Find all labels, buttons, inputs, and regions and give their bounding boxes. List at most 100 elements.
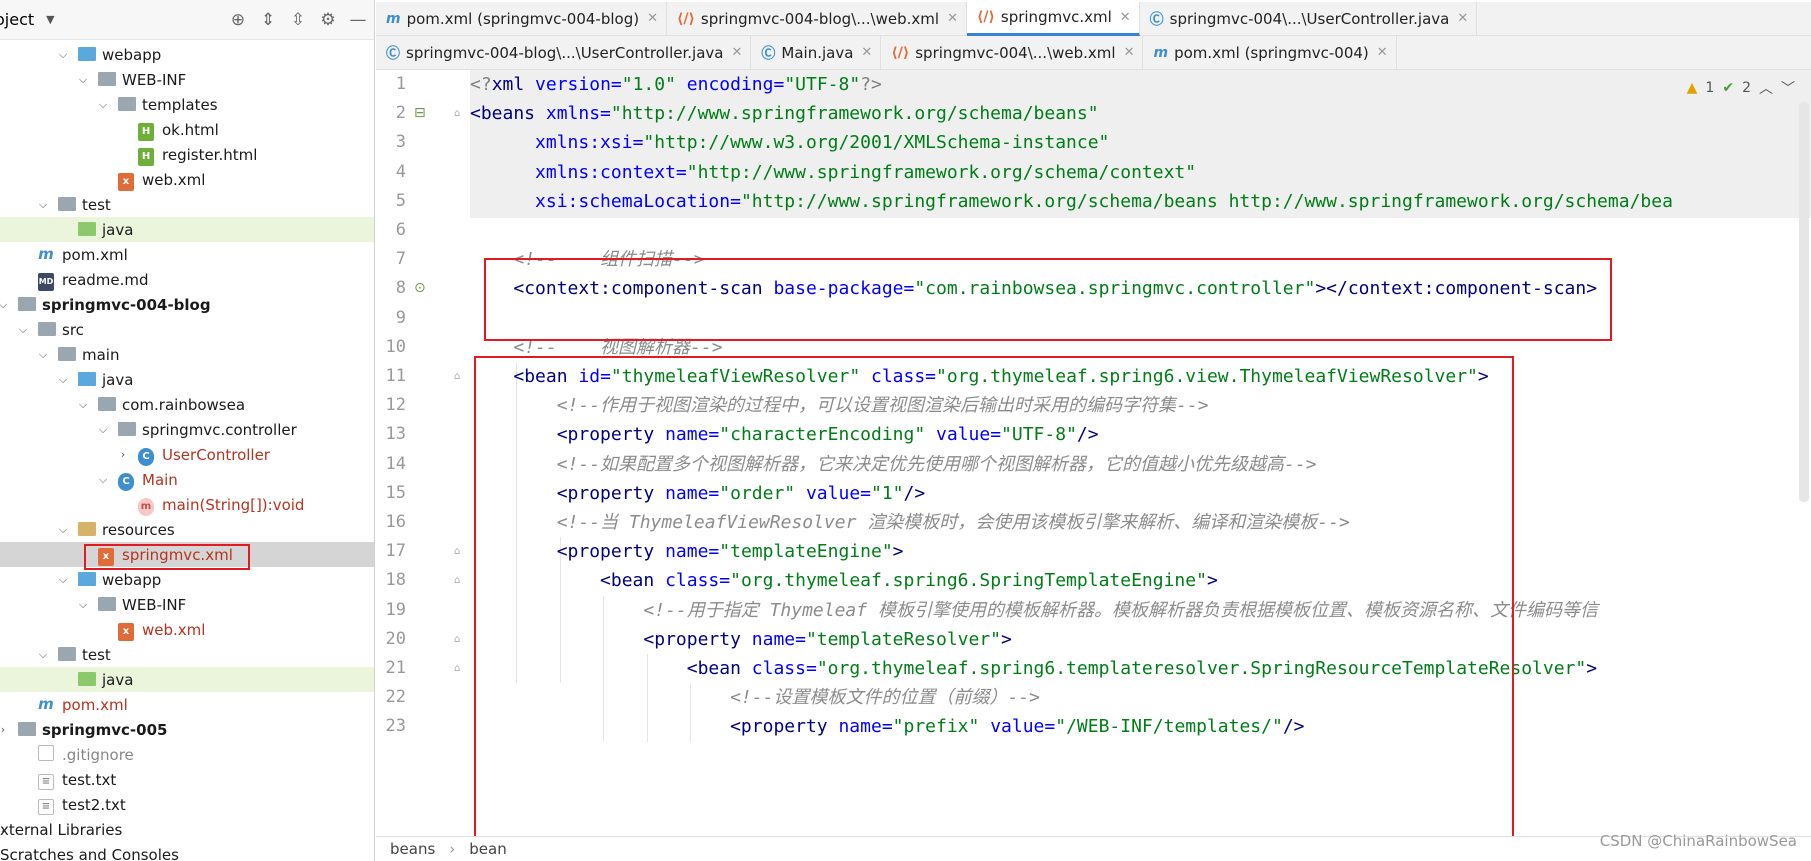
next-highlight-icon[interactable]: ﹀: [1781, 78, 1795, 98]
tree-item[interactable]: java: [0, 667, 374, 692]
fold-icon[interactable]: ⌂: [454, 546, 460, 557]
tree-item[interactable]: ≡ test2.txt: [0, 792, 374, 817]
close-icon[interactable]: ✕: [1457, 11, 1468, 26]
file-icon: [38, 745, 58, 763]
code-token: xml: [491, 74, 536, 95]
tree-item[interactable]: ⌵ springmvc-004-blog: [0, 292, 374, 317]
tree-item[interactable]: ⌵ test: [0, 192, 374, 217]
source-folder-icon: [78, 370, 98, 388]
chevron-down-icon[interactable]: ⌵: [36, 648, 50, 662]
chevron-down-icon[interactable]: ⌵: [56, 523, 70, 537]
locate-icon[interactable]: ⊕: [225, 10, 251, 30]
chevron-right-icon[interactable]: ›: [0, 723, 10, 736]
tree-item[interactable]: m pom.xml: [0, 242, 374, 267]
editor-tab[interactable]: ⟨/⟩ springmvc-004\...\web.xml ✕: [881, 35, 1144, 70]
tree-item-label: main: [82, 345, 120, 364]
chevron-down-icon[interactable]: ⌵: [16, 323, 30, 337]
chevron-down-icon[interactable]: ⌵: [56, 573, 70, 587]
breadcrumb-item-beans[interactable]: beans: [390, 840, 435, 858]
tree-item[interactable]: › springmvc-005: [0, 717, 374, 742]
project-toolbar: ⊕ ⇕ ⇳ ⚙ —: [221, 0, 371, 40]
tree-item[interactable]: Scratches and Consoles: [0, 842, 374, 861]
tree-item-label: WEB-INF: [122, 70, 187, 89]
gutter-marker-icon[interactable]: ⊙: [414, 280, 426, 296]
tree-item[interactable]: x web.xml: [0, 617, 374, 642]
editor-tab[interactable]: m pom.xml (springmvc-004) ✕: [1143, 35, 1397, 70]
tree-item[interactable]: .gitignore: [0, 742, 374, 767]
tree-item[interactable]: Hregister.html: [0, 142, 374, 167]
chevron-down-icon[interactable]: ⌵: [36, 348, 50, 362]
tree-item-label: xternal Libraries: [0, 820, 123, 839]
expand-all-icon[interactable]: ⇕: [255, 10, 281, 30]
tree-item[interactable]: ⌵ C Main: [0, 467, 374, 492]
web-folder-icon: [78, 570, 98, 588]
chevron-down-icon[interactable]: ⌵: [76, 398, 90, 412]
tree-item[interactable]: ⌵ main: [0, 342, 374, 367]
inspection-widget[interactable]: ▲ 1 ✔ 2 ︿ ﹀: [1679, 78, 1795, 98]
chevron-down-icon[interactable]: ⌵: [36, 198, 50, 212]
close-icon[interactable]: ✕: [861, 45, 872, 60]
chevron-down-icon[interactable]: ⌵: [96, 98, 110, 112]
class-icon: C: [118, 470, 138, 491]
editor-tab[interactable]: m pom.xml (springmvc-004-blog) ✕: [376, 1, 667, 36]
close-icon[interactable]: ✕: [947, 11, 958, 26]
chevron-right-icon[interactable]: ›: [116, 448, 130, 461]
editor-tab[interactable]: Ⓒspringmvc-004\...\UserController.java ✕: [1140, 1, 1478, 36]
tree-item[interactable]: ⌵ webapp: [0, 567, 374, 592]
tree-item[interactable]: › C UserController: [0, 442, 374, 467]
editor-tab[interactable]: Ⓒspringmvc-004-blog\...\UserController.j…: [376, 35, 752, 70]
collapse-all-icon[interactable]: ⇳: [285, 10, 311, 30]
tree-item[interactable]: ⌵ WEB-INF: [0, 592, 374, 617]
close-icon[interactable]: ✕: [1377, 45, 1388, 60]
tree-item[interactable]: ⌵ test: [0, 642, 374, 667]
fold-icon[interactable]: ⌂: [454, 575, 460, 586]
tree-item[interactable]: › xternal Libraries: [0, 817, 374, 842]
tree-item[interactable]: m pom.xml: [0, 692, 374, 717]
chevron-down-icon[interactable]: ⌵: [76, 598, 90, 612]
xml-file-icon: ⟨/⟩: [891, 44, 910, 61]
tree-item[interactable]: Hok.html: [0, 117, 374, 142]
tree-item[interactable]: ⌵ src: [0, 317, 374, 342]
chevron-down-icon[interactable]: ⌵: [56, 373, 70, 387]
tree-item[interactable]: ⌵ springmvc.controller: [0, 417, 374, 442]
previous-highlight-icon[interactable]: ︿: [1759, 78, 1773, 98]
tree-item[interactable]: MD readme.md: [0, 267, 374, 292]
tree-item[interactable]: ⌵ templates: [0, 92, 374, 117]
chevron-down-icon[interactable]: ⌵: [0, 298, 10, 312]
tree-item[interactable]: m main(String[]):void: [0, 492, 374, 517]
project-view-title[interactable]: oject: [0, 10, 34, 29]
chevron-down-icon[interactable]: ⌵: [76, 73, 90, 87]
editor-tab[interactable]: ⟨/⟩ springmvc.xml ✕: [966, 1, 1140, 36]
tree-item[interactable]: ⌵ resources: [0, 517, 374, 542]
chevron-down-icon[interactable]: ⌵: [96, 423, 110, 437]
chevron-right-icon: ›: [449, 840, 456, 858]
chevron-down-icon[interactable]: ▼: [46, 13, 54, 26]
fold-icon[interactable]: ⌂: [454, 634, 460, 645]
tree-item[interactable]: java: [0, 217, 374, 242]
close-icon[interactable]: ✕: [1124, 45, 1135, 60]
tree-item[interactable]: ⌵ WEB-INF: [0, 67, 374, 92]
chevron-down-icon[interactable]: ⌵: [96, 473, 110, 487]
close-icon[interactable]: ✕: [647, 11, 658, 26]
editor-tab[interactable]: Ⓒ Main.java ✕: [751, 35, 882, 70]
breadcrumb-item-bean[interactable]: bean: [469, 840, 506, 858]
gear-icon[interactable]: ⚙: [315, 10, 341, 30]
editor-scrollbar[interactable]: [1799, 102, 1809, 502]
tree-item[interactable]: x web.xml: [0, 167, 374, 192]
close-icon[interactable]: ✕: [1120, 10, 1131, 25]
tree-item[interactable]: ⌵ com.rainbowsea: [0, 392, 374, 417]
tree-item[interactable]: ⌵ java: [0, 367, 374, 392]
tree-item[interactable]: ≡ test.txt: [0, 767, 374, 792]
chevron-down-icon[interactable]: ⌵: [56, 48, 70, 62]
line-number: 9: [395, 307, 406, 328]
close-icon[interactable]: ✕: [731, 45, 742, 60]
minimize-icon[interactable]: —: [345, 10, 371, 30]
tree-item-label: springmvc.controller: [142, 420, 297, 439]
gutter-marker-icon[interactable]: ⊟: [414, 105, 426, 121]
fold-icon[interactable]: ⌂: [454, 108, 460, 119]
fold-icon[interactable]: ⌂: [454, 371, 460, 382]
tree-item[interactable]: ⌵ webapp: [0, 42, 374, 67]
fold-icon[interactable]: ⌂: [454, 663, 460, 674]
tree-item-label: resources: [102, 520, 175, 539]
editor-tab[interactable]: ⟨/⟩ springmvc-004-blog\...\web.xml ✕: [667, 1, 967, 36]
